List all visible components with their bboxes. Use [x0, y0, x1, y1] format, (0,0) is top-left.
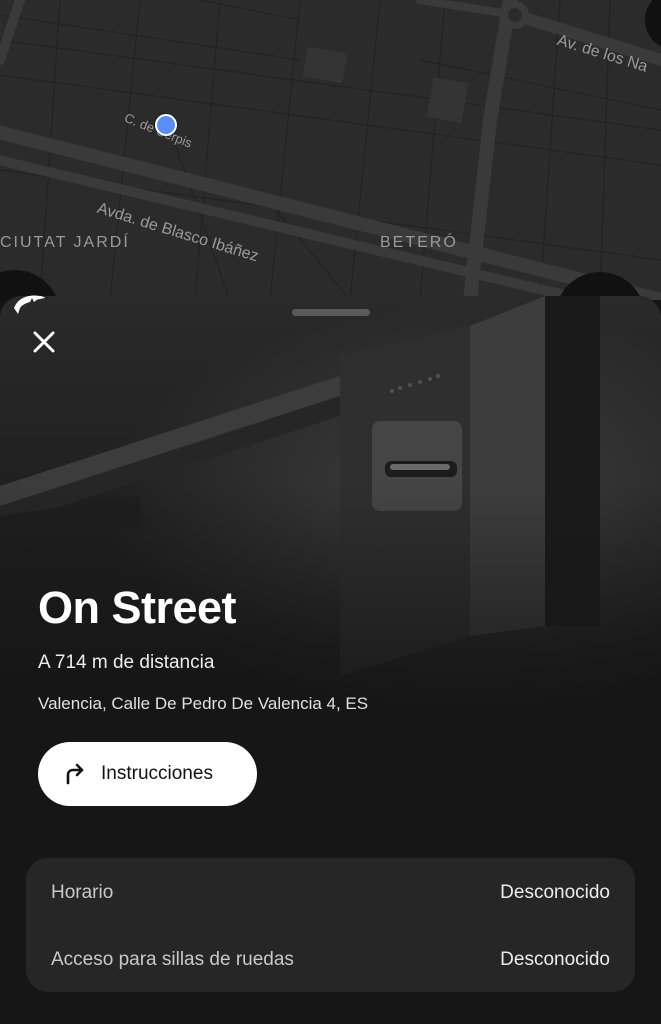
details-card: Horario Desconocido Acceso para sillas d…: [26, 858, 635, 992]
location-title: On Street: [38, 582, 237, 633]
location-distance: A 714 m de distancia: [38, 652, 215, 673]
close-button[interactable]: [26, 324, 62, 360]
map-view[interactable]: C. de Serpis Avda. de Blasco Ibáñez Av. …: [0, 0, 661, 300]
map-district-label-left: CIUTAT JARDÍ: [0, 234, 130, 251]
directions-button[interactable]: Instrucciones: [38, 742, 257, 806]
detail-value: Desconocido: [500, 882, 610, 903]
dolphin-icon: [14, 295, 45, 314]
map-district-label-right: BETERÓ: [380, 234, 458, 251]
detail-row-wheelchair: Acceso para sillas de ruedas Desconocido: [51, 949, 610, 971]
sheet-drag-handle[interactable]: [292, 309, 370, 316]
directions-button-label: Instrucciones: [101, 763, 213, 784]
detail-key: Acceso para sillas de ruedas: [51, 949, 294, 970]
location-detail-sheet: On Street A 714 m de distancia Valencia,…: [0, 296, 661, 1024]
detail-value: Desconocido: [500, 949, 610, 970]
turn-right-arrow-icon: [66, 763, 84, 785]
detail-key: Horario: [51, 882, 114, 903]
user-location-dot: [155, 114, 177, 136]
close-icon: [33, 331, 55, 353]
location-address: Valencia, Calle De Pedro De Valencia 4, …: [38, 694, 369, 713]
detail-row-hours: Horario Desconocido: [51, 882, 610, 904]
